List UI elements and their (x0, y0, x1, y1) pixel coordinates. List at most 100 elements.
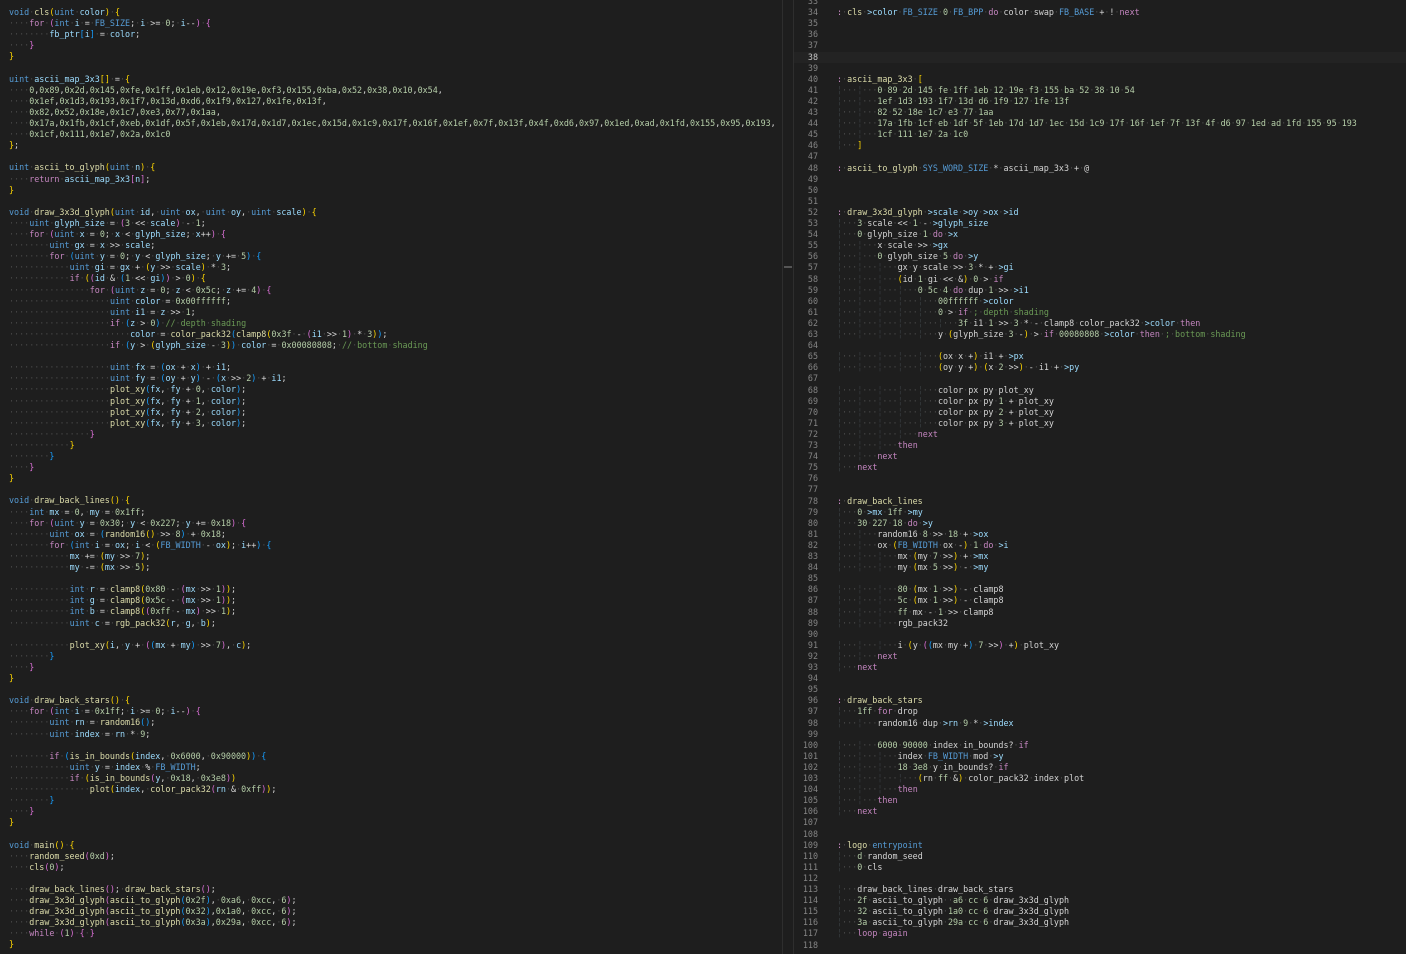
code-line[interactable]: ············if·(is_in_bounds(y,·0x18,·0x… (0, 773, 779, 784)
code-line[interactable]: ····while·(1)·{·} (0, 928, 779, 939)
code-line[interactable]: 54 ╎···0·glyph_size·1·do·>x (794, 229, 1406, 240)
code-line[interactable]: 72 ╎···╎···╎···╎···next (794, 429, 1406, 440)
code-line[interactable]: void·cls(uint·color)·{ (0, 7, 779, 18)
code-line[interactable]: ············int·r·=·clamp8(0x80·-·(mx·>>… (0, 584, 779, 595)
code-line[interactable]: 103 ╎···╎···╎···╎···(rn·ff·&)·color_pack3… (794, 773, 1406, 784)
code-line[interactable]: 67 (794, 373, 1406, 384)
code-line[interactable] (0, 151, 779, 162)
code-line[interactable]: 57 ╎···╎···╎···gx·y·scale·>>·3·*·+·>gi (794, 262, 1406, 273)
code-line[interactable]: ········} (0, 651, 779, 662)
code-line[interactable]: 107 (794, 817, 1406, 828)
code-line[interactable]: 46 ╎···] (794, 140, 1406, 151)
code-line[interactable]: 36 (794, 29, 1406, 40)
code-line[interactable]: ····draw_3x3d_glyph(ascii_to_glyph(0x2f)… (0, 895, 779, 906)
code-line[interactable]: 75 ╎···next (794, 462, 1406, 473)
code-line[interactable]: ····0x1cf,0x111,0x1e7,0x2a,0x1c0 (0, 129, 779, 140)
code-line[interactable]: ················plot(index,·color_pack32… (0, 784, 779, 795)
code-line[interactable]: uint·ascii_to_glyph(uint·n)·{ (0, 162, 779, 173)
code-line[interactable]: 112 (794, 873, 1406, 884)
code-line[interactable]: ····················uint·fx·=·(ox·+·x)·+… (0, 362, 779, 373)
code-line[interactable]: ············int·b·=·clamp8((0xff·-·mx)·>… (0, 606, 779, 617)
code-line[interactable]: ········for·(uint·y·=·0;·y·<·glyph_size;… (0, 251, 779, 262)
code-line[interactable]: ····for·(int·i·=·FB_SIZE;·i·>=·0;·i--)·{ (0, 18, 779, 29)
code-line[interactable]: ····················uint·color·=·0x00fff… (0, 296, 779, 307)
code-line[interactable]: } (0, 939, 779, 950)
code-line[interactable]: 48:·ascii_to_glyph·SYS_WORD_SIZE·*·ascii… (794, 163, 1406, 174)
code-line[interactable]: 104 ╎···╎···╎···then (794, 784, 1406, 795)
code-line[interactable]: 39 (794, 63, 1406, 74)
code-line[interactable]: 96:·draw_back_stars (794, 695, 1406, 706)
code-line[interactable]: ····draw_3x3d_glyph(ascii_to_glyph(0x32)… (0, 906, 779, 917)
code-line[interactable]: 45 ╎···╎···1cf·111·1e7·2a·1c0 (794, 129, 1406, 140)
code-line[interactable]: 61 ╎···╎···╎···╎···╎···0·>·if·;·depth·sha… (794, 307, 1406, 318)
code-line[interactable]: 100 ╎···╎···6000·90000·index·in_bounds?·i… (794, 740, 1406, 751)
code-line[interactable]: ····················if·(z·>·0)·//·depth·… (0, 318, 779, 329)
code-line[interactable]: 78:·draw_back_lines (794, 496, 1406, 507)
code-line[interactable]: ····draw_back_lines();·draw_back_stars()… (0, 884, 779, 895)
code-line[interactable]: void·main()·{ (0, 840, 779, 851)
code-line[interactable]: ····················plot_xy(fx,·fy·+·2,·… (0, 407, 779, 418)
code-line[interactable]: void·draw_back_lines()·{ (0, 495, 779, 506)
code-line[interactable]: 80 ╎···30·227·18·do·>y (794, 518, 1406, 529)
code-line[interactable]: ····················uint·fy·=·(oy·+·y)·-… (0, 373, 779, 384)
code-line[interactable]: ············mx·+=·(my·>>·7); (0, 551, 779, 562)
code-line[interactable]: 79 ╎···0·>mx·1ff·>my (794, 507, 1406, 518)
code-line[interactable]: } (0, 673, 779, 684)
code-line[interactable]: ········uint·ox·=·(random16()·>>·8)·+·0x… (0, 529, 779, 540)
code-line[interactable] (0, 828, 779, 839)
code-line[interactable]: uint·ascii_map_3x3[]·=·{ (0, 74, 779, 85)
code-line[interactable]: ····cls(0); (0, 862, 779, 873)
code-line[interactable]: ············int·g·=·clamp8(0x5c·-·(mx·>>… (0, 595, 779, 606)
code-line[interactable]: ····0x82,0x52,0x18e,0x1c7,0xe3,0x77,0x1a… (0, 107, 779, 118)
code-line[interactable]: 53 ╎···3·scale·<<·1·-·>glyph_size (794, 218, 1406, 229)
code-line[interactable]: 95 (794, 684, 1406, 695)
code-line[interactable]: ········} (0, 451, 779, 462)
code-line[interactable]: ········uint·gx·=·x·>>·scale; (0, 240, 779, 251)
code-line[interactable]: 98 ╎···╎···random16·dup·>rn·9·*·>index (794, 718, 1406, 729)
code-line[interactable]: 68 ╎···╎···╎···╎···╎···color·px·py·plot_x… (794, 385, 1406, 396)
code-line[interactable]: 87 ╎···╎···╎···5c·(mx·1·>>)·-·clamp8 (794, 595, 1406, 606)
code-line[interactable]: ····for·(uint·y·=·0x30;·y·<·0x227;·y·+=·… (0, 518, 779, 529)
code-line[interactable]: 41 ╎···╎···0·89·2d·145·fe·1ff·1eb·12·19e·… (794, 85, 1406, 96)
code-line[interactable]: 40:·ascii_map_3x3·[ (794, 74, 1406, 85)
code-line[interactable]: 116 ╎···3a·ascii_to_glyph·29a·cc·6·draw_3… (794, 917, 1406, 928)
code-line[interactable]: ················} (0, 429, 779, 440)
code-line[interactable]: ············if·((id·&·(1·<<·gi))·>·0)·{ (0, 273, 779, 284)
code-line[interactable]: }; (0, 140, 779, 151)
code-line[interactable]: 56 ╎···╎···0·glyph_size·5·do·>y (794, 251, 1406, 262)
code-line[interactable]: 97 ╎···1ff·for·drop (794, 706, 1406, 717)
code-line[interactable]: ····return·ascii_map_3x3[n]; (0, 174, 779, 185)
code-line[interactable]: ····················if·(y·>·(glyph_size·… (0, 340, 779, 351)
code-line[interactable]: ········fb_ptr[i]·=·color; (0, 29, 779, 40)
forth-source-editor[interactable]: 33 34:·cls·>color·FB_SIZE·0·FB_BPP·do·col… (794, 0, 1406, 954)
code-line[interactable]: ····} (0, 662, 779, 673)
code-line[interactable]: 113 ╎···draw_back_lines·draw_back_stars (794, 884, 1406, 895)
code-line[interactable]: 108 (794, 829, 1406, 840)
code-line[interactable]: 59 ╎···╎···╎···╎···0·5c·4·do·dup·1·>>·>i1 (794, 285, 1406, 296)
code-line[interactable]: void·draw_3x3d_glyph(uint·id,·uint·ox,·u… (0, 207, 779, 218)
code-line[interactable] (0, 351, 779, 362)
code-line[interactable]: 118 (794, 940, 1406, 951)
split-divider-grip[interactable] (784, 266, 792, 268)
code-line[interactable]: 85 (794, 573, 1406, 584)
c-source-editor[interactable]: void·cls(uint·color)·{····for·(int·i·=·F… (0, 0, 782, 954)
code-line[interactable]: 88 ╎···╎···╎···ff·mx·-·1·>>·clamp8 (794, 607, 1406, 618)
code-line[interactable]: ············uint·y·=·index·%·FB_WIDTH; (0, 762, 779, 773)
code-line[interactable]: 89 ╎···╎···╎···rgb_pack32 (794, 618, 1406, 629)
code-line[interactable]: 64 (794, 340, 1406, 351)
code-line[interactable]: 109:·logo·entrypoint (794, 840, 1406, 851)
code-line[interactable]: 58 ╎···╎···╎···(id·1·gi·<<·&)·0·>·if (794, 274, 1406, 285)
code-line[interactable]: 101 ╎···╎···╎···index·FB_WIDTH·mod·>y (794, 751, 1406, 762)
code-line[interactable]: ····················uint·i1·=·z·>>·1; (0, 307, 779, 318)
code-line[interactable] (0, 484, 779, 495)
code-line[interactable]: 49 (794, 174, 1406, 185)
code-line[interactable]: ····uint·glyph_size·=·(3·<<·scale)·-·1; (0, 218, 779, 229)
code-line[interactable] (0, 684, 779, 695)
code-line[interactable]: 65 ╎···╎···╎···╎···╎···(ox·x·+)·i1·+·>px (794, 351, 1406, 362)
code-line[interactable]: 71 ╎···╎···╎···╎···╎···color·px·py·3·+·pl… (794, 418, 1406, 429)
code-line[interactable]: 43 ╎···╎···82·52·18e·1c7·e3·77·1aa (794, 107, 1406, 118)
code-line[interactable]: ························color·=·color_pa… (0, 329, 779, 340)
code-line[interactable]: 94 (794, 673, 1406, 684)
code-line[interactable]: ····················plot_xy(fx,·fy·+·3,·… (0, 418, 779, 429)
code-line[interactable] (0, 63, 779, 74)
